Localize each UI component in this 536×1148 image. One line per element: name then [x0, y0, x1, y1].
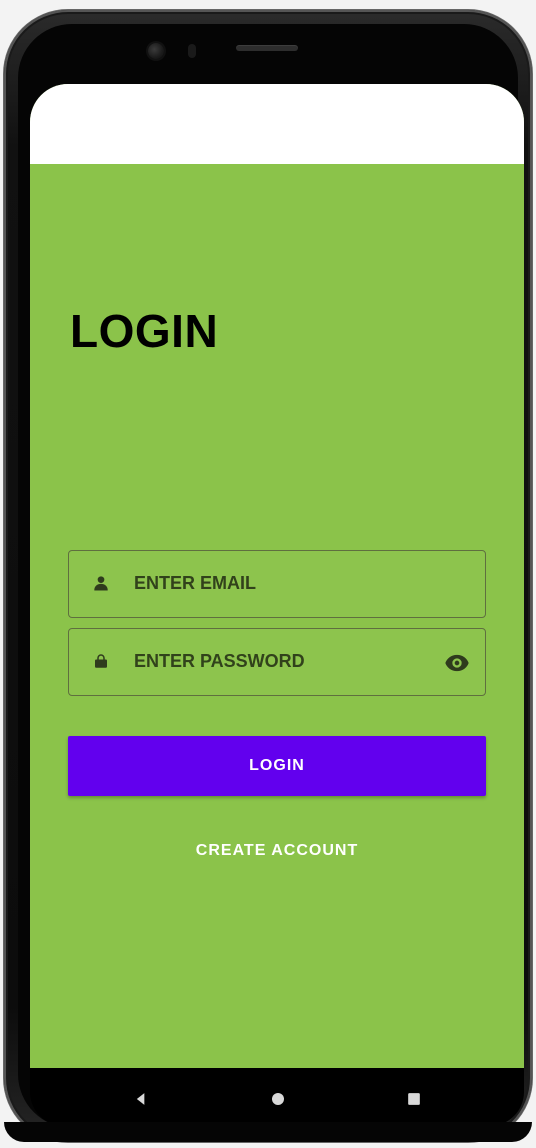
sensor	[188, 44, 196, 58]
home-icon	[272, 1093, 284, 1105]
back-icon	[136, 1093, 145, 1105]
person-icon	[89, 571, 113, 595]
recent-apps-button[interactable]	[399, 1084, 429, 1114]
earpiece-speaker	[236, 45, 298, 51]
login-button[interactable]: LOGIN	[68, 736, 486, 796]
back-button[interactable]	[126, 1084, 156, 1114]
phone-screenshot: LOGIN ENTER EMAIL ENTER PASSWORD LOGIN C…	[0, 0, 536, 1148]
lock-icon	[89, 649, 113, 673]
android-navigation-bar	[30, 1068, 524, 1126]
phone-bottom-chin	[4, 1122, 532, 1142]
login-screen-content: LOGIN ENTER EMAIL ENTER PASSWORD LOGIN C…	[30, 164, 524, 1068]
eye-icon[interactable]	[443, 649, 471, 677]
status-area	[30, 84, 524, 164]
password-placeholder: ENTER PASSWORD	[134, 651, 305, 671]
create-account-link[interactable]: CREATE ACCOUNT	[30, 839, 524, 863]
email-field[interactable]: ENTER EMAIL	[68, 550, 486, 618]
email-placeholder: ENTER EMAIL	[134, 573, 257, 593]
front-camera	[148, 43, 164, 59]
page-title: LOGIN	[70, 305, 219, 357]
password-field[interactable]: ENTER PASSWORD	[68, 628, 486, 696]
app-screen: LOGIN ENTER EMAIL ENTER PASSWORD LOGIN C…	[30, 84, 524, 1068]
phone-frame: LOGIN ENTER EMAIL ENTER PASSWORD LOGIN C…	[4, 10, 532, 1142]
recent-apps-icon	[408, 1093, 420, 1105]
home-button[interactable]	[263, 1084, 293, 1114]
